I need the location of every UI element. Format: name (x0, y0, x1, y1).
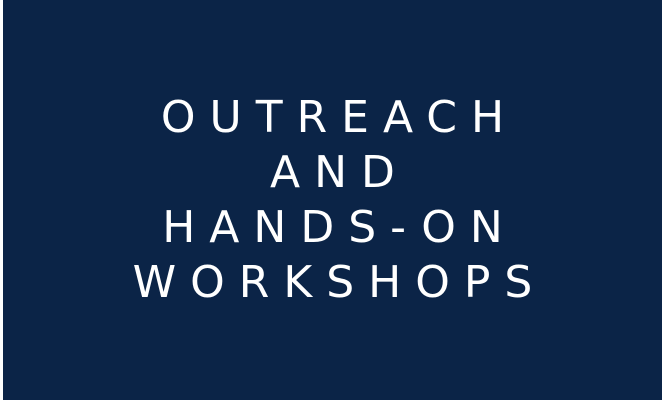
workshop-title-tile[interactable]: OUTREACH AND HANDS-ON WORKSHOPS (3, 0, 662, 400)
tile-heading: OUTREACH AND HANDS-ON WORKSHOPS (133, 90, 533, 310)
heading-line-2: AND (270, 147, 409, 198)
heading-line-1: OUTREACH (160, 92, 519, 143)
heading-line-4: WORKSHOPS (132, 257, 547, 308)
heading-line-3: HANDS-ON (162, 202, 517, 253)
